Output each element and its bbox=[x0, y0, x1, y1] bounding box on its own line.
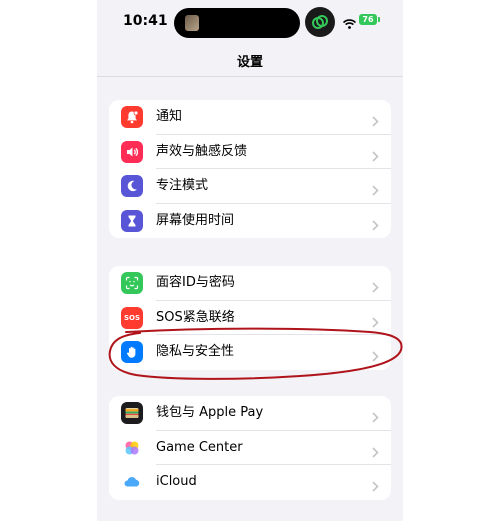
settings-row-notifications[interactable]: 通知 bbox=[109, 100, 391, 135]
dynamic-island[interactable] bbox=[174, 8, 300, 38]
wallet-icon bbox=[121, 402, 143, 424]
chevron-right-icon bbox=[372, 147, 379, 166]
face-id-icon bbox=[121, 272, 143, 294]
settings-row-label: iCloud bbox=[156, 474, 197, 489]
status-time: 10:41 bbox=[123, 13, 168, 29]
chevron-right-icon bbox=[372, 181, 379, 200]
settings-row-focus[interactable]: 专注模式 bbox=[109, 169, 391, 204]
chevron-right-icon bbox=[372, 443, 379, 462]
page-title: 设置 bbox=[236, 55, 263, 70]
hourglass-icon bbox=[121, 209, 143, 232]
settings-row-privacy-security[interactable]: 隐私与安全性 bbox=[109, 335, 391, 370]
settings-row-icloud[interactable]: iCloud bbox=[109, 465, 391, 500]
battery-tip bbox=[378, 17, 380, 22]
now-playing-thumbnail bbox=[185, 15, 199, 31]
icloud-icon bbox=[121, 471, 143, 493]
wifi-icon bbox=[342, 14, 357, 33]
chevron-right-icon bbox=[372, 112, 379, 131]
chevron-right-icon bbox=[372, 477, 379, 496]
settings-row-label: 面容ID与密码 bbox=[156, 275, 235, 290]
settings-row-game-center[interactable]: Game Center bbox=[109, 431, 391, 465]
bell-icon bbox=[121, 106, 143, 128]
moon-icon bbox=[121, 175, 143, 197]
hand-icon bbox=[121, 341, 143, 363]
sos-icon: SOS bbox=[121, 306, 143, 329]
settings-row-label: 声效与触感反馈 bbox=[156, 143, 248, 159]
settings-group-1: 通知 声效与触感反馈 专注模式 屏幕使用时间 bbox=[109, 100, 391, 238]
settings-row-label: 专注模式 bbox=[156, 178, 209, 193]
nav-divider bbox=[97, 76, 403, 77]
settings-group-3: 钱包与 Apple Pay Game Center iCloud bbox=[109, 396, 391, 500]
settings-row-label: 屏幕使用时间 bbox=[156, 212, 235, 228]
chevron-right-icon bbox=[372, 278, 379, 297]
settings-screen: 10:41 76 设置 通知 声效与触感反馈 专注模式 屏幕使用时间 面容ID与… bbox=[97, 0, 403, 521]
chevron-right-icon bbox=[372, 408, 379, 427]
settings-row-label: 通知 bbox=[156, 109, 183, 124]
settings-row-screen-time[interactable]: 屏幕使用时间 bbox=[109, 204, 391, 239]
settings-row-label: 钱包与 Apple Pay bbox=[156, 405, 264, 420]
chevron-right-icon bbox=[372, 313, 379, 332]
settings-row-sounds[interactable]: 声效与触感反馈 bbox=[109, 135, 391, 169]
speaker-icon bbox=[121, 140, 143, 163]
settings-row-face-id[interactable]: 面容ID与密码 bbox=[109, 266, 391, 301]
battery-icon: 76 bbox=[359, 14, 377, 25]
settings-row-label: SOS紧急联络 bbox=[156, 309, 235, 325]
settings-row-label: Game Center bbox=[156, 439, 243, 455]
linked-app-icon[interactable] bbox=[305, 7, 335, 37]
game-center-icon bbox=[121, 436, 143, 459]
chevron-right-icon bbox=[372, 347, 379, 366]
settings-row-wallet[interactable]: 钱包与 Apple Pay bbox=[109, 396, 391, 431]
settings-row-emergency-sos[interactable]: SOS SOS紧急联络 bbox=[109, 301, 391, 335]
settings-row-label: 隐私与安全性 bbox=[156, 344, 235, 359]
settings-group-2: 面容ID与密码 SOS SOS紧急联络 隐私与安全性 bbox=[109, 266, 391, 370]
chevron-right-icon bbox=[372, 216, 379, 235]
